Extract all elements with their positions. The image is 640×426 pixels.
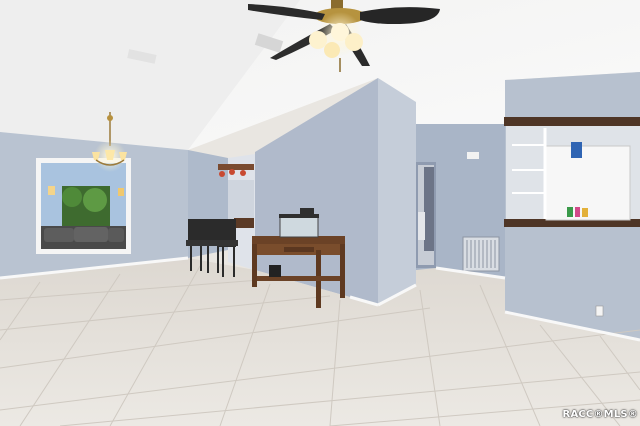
hallway-doorway <box>416 162 436 268</box>
pass-through-window <box>504 117 640 227</box>
wall-vent <box>462 236 500 272</box>
center-wall-side <box>378 78 416 305</box>
room-illustration <box>0 0 640 426</box>
listing-photo: RACC®MLS® <box>0 0 640 426</box>
wall-sconce-left <box>48 186 55 195</box>
wall-outlet <box>595 305 604 317</box>
wall-sconce-right <box>118 188 124 196</box>
thermostat <box>467 152 479 159</box>
mls-watermark: RACC®MLS® <box>562 409 638 420</box>
picture-window <box>36 158 131 254</box>
